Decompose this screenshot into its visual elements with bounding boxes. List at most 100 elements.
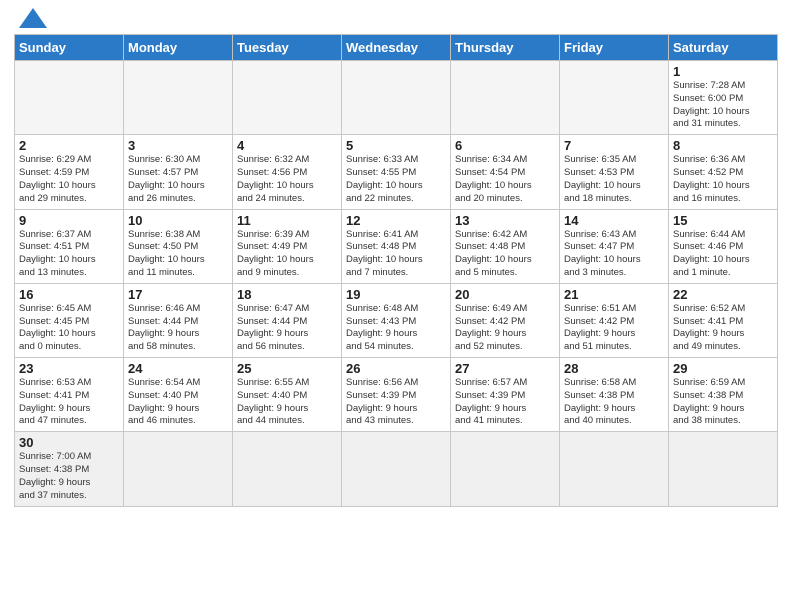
day-info: Sunrise: 6:46 AM Sunset: 4:44 PM Dayligh… — [128, 303, 228, 354]
day-cell: 3Sunrise: 6:30 AM Sunset: 4:57 PM Daylig… — [124, 135, 233, 209]
day-cell: 28Sunrise: 6:58 AM Sunset: 4:38 PM Dayli… — [560, 358, 669, 432]
weekday-friday: Friday — [560, 35, 669, 61]
day-cell — [233, 61, 342, 135]
day-info: Sunrise: 6:41 AM Sunset: 4:48 PM Dayligh… — [346, 229, 446, 280]
day-info: Sunrise: 6:53 AM Sunset: 4:41 PM Dayligh… — [19, 377, 119, 428]
day-cell: 1Sunrise: 7:28 AM Sunset: 6:00 PM Daylig… — [669, 61, 778, 135]
day-cell: 25Sunrise: 6:55 AM Sunset: 4:40 PM Dayli… — [233, 358, 342, 432]
day-info: Sunrise: 6:58 AM Sunset: 4:38 PM Dayligh… — [564, 377, 664, 428]
day-cell: 7Sunrise: 6:35 AM Sunset: 4:53 PM Daylig… — [560, 135, 669, 209]
day-cell: 26Sunrise: 6:56 AM Sunset: 4:39 PM Dayli… — [342, 358, 451, 432]
weekday-tuesday: Tuesday — [233, 35, 342, 61]
day-cell — [342, 432, 451, 506]
day-info: Sunrise: 7:00 AM Sunset: 4:38 PM Dayligh… — [19, 451, 119, 502]
header — [14, 10, 778, 28]
day-number: 29 — [673, 361, 773, 376]
day-info: Sunrise: 6:39 AM Sunset: 4:49 PM Dayligh… — [237, 229, 337, 280]
day-number: 17 — [128, 287, 228, 302]
day-cell: 11Sunrise: 6:39 AM Sunset: 4:49 PM Dayli… — [233, 209, 342, 283]
day-cell — [560, 61, 669, 135]
day-number: 1 — [673, 64, 773, 79]
day-cell — [560, 432, 669, 506]
day-number: 15 — [673, 213, 773, 228]
weekday-saturday: Saturday — [669, 35, 778, 61]
day-cell: 22Sunrise: 6:52 AM Sunset: 4:41 PM Dayli… — [669, 283, 778, 357]
day-cell: 27Sunrise: 6:57 AM Sunset: 4:39 PM Dayli… — [451, 358, 560, 432]
day-cell: 18Sunrise: 6:47 AM Sunset: 4:44 PM Dayli… — [233, 283, 342, 357]
day-cell: 2Sunrise: 6:29 AM Sunset: 4:59 PM Daylig… — [15, 135, 124, 209]
day-cell: 10Sunrise: 6:38 AM Sunset: 4:50 PM Dayli… — [124, 209, 233, 283]
day-info: Sunrise: 6:32 AM Sunset: 4:56 PM Dayligh… — [237, 154, 337, 205]
day-cell: 14Sunrise: 6:43 AM Sunset: 4:47 PM Dayli… — [560, 209, 669, 283]
day-cell: 4Sunrise: 6:32 AM Sunset: 4:56 PM Daylig… — [233, 135, 342, 209]
day-cell: 12Sunrise: 6:41 AM Sunset: 4:48 PM Dayli… — [342, 209, 451, 283]
day-cell: 15Sunrise: 6:44 AM Sunset: 4:46 PM Dayli… — [669, 209, 778, 283]
day-info: Sunrise: 6:43 AM Sunset: 4:47 PM Dayligh… — [564, 229, 664, 280]
day-info: Sunrise: 6:56 AM Sunset: 4:39 PM Dayligh… — [346, 377, 446, 428]
day-cell — [124, 432, 233, 506]
week-row-3: 9Sunrise: 6:37 AM Sunset: 4:51 PM Daylig… — [15, 209, 778, 283]
day-cell — [451, 432, 560, 506]
day-number: 25 — [237, 361, 337, 376]
logo — [14, 10, 52, 28]
day-cell: 8Sunrise: 6:36 AM Sunset: 4:52 PM Daylig… — [669, 135, 778, 209]
week-row-6: 30Sunrise: 7:00 AM Sunset: 4:38 PM Dayli… — [15, 432, 778, 506]
day-info: Sunrise: 6:33 AM Sunset: 4:55 PM Dayligh… — [346, 154, 446, 205]
day-cell — [342, 61, 451, 135]
day-number: 4 — [237, 138, 337, 153]
day-number: 18 — [237, 287, 337, 302]
day-number: 10 — [128, 213, 228, 228]
weekday-header-row: SundayMondayTuesdayWednesdayThursdayFrid… — [15, 35, 778, 61]
week-row-1: 1Sunrise: 7:28 AM Sunset: 6:00 PM Daylig… — [15, 61, 778, 135]
day-info: Sunrise: 6:36 AM Sunset: 4:52 PM Dayligh… — [673, 154, 773, 205]
day-cell: 21Sunrise: 6:51 AM Sunset: 4:42 PM Dayli… — [560, 283, 669, 357]
day-number: 20 — [455, 287, 555, 302]
day-info: Sunrise: 6:30 AM Sunset: 4:57 PM Dayligh… — [128, 154, 228, 205]
day-number: 3 — [128, 138, 228, 153]
day-info: Sunrise: 6:35 AM Sunset: 4:53 PM Dayligh… — [564, 154, 664, 205]
day-number: 12 — [346, 213, 446, 228]
day-cell: 20Sunrise: 6:49 AM Sunset: 4:42 PM Dayli… — [451, 283, 560, 357]
day-number: 24 — [128, 361, 228, 376]
day-number: 2 — [19, 138, 119, 153]
day-number: 22 — [673, 287, 773, 302]
day-info: Sunrise: 6:37 AM Sunset: 4:51 PM Dayligh… — [19, 229, 119, 280]
day-cell: 19Sunrise: 6:48 AM Sunset: 4:43 PM Dayli… — [342, 283, 451, 357]
day-number: 19 — [346, 287, 446, 302]
week-row-5: 23Sunrise: 6:53 AM Sunset: 4:41 PM Dayli… — [15, 358, 778, 432]
day-info: Sunrise: 6:45 AM Sunset: 4:45 PM Dayligh… — [19, 303, 119, 354]
day-number: 21 — [564, 287, 664, 302]
weekday-sunday: Sunday — [15, 35, 124, 61]
weekday-monday: Monday — [124, 35, 233, 61]
day-number: 28 — [564, 361, 664, 376]
day-info: Sunrise: 6:42 AM Sunset: 4:48 PM Dayligh… — [455, 229, 555, 280]
day-number: 13 — [455, 213, 555, 228]
day-cell — [15, 61, 124, 135]
day-cell — [124, 61, 233, 135]
day-number: 11 — [237, 213, 337, 228]
day-cell: 30Sunrise: 7:00 AM Sunset: 4:38 PM Dayli… — [15, 432, 124, 506]
day-number: 6 — [455, 138, 555, 153]
day-number: 30 — [19, 435, 119, 450]
day-cell: 29Sunrise: 6:59 AM Sunset: 4:38 PM Dayli… — [669, 358, 778, 432]
day-number: 26 — [346, 361, 446, 376]
day-number: 9 — [19, 213, 119, 228]
day-info: Sunrise: 6:38 AM Sunset: 4:50 PM Dayligh… — [128, 229, 228, 280]
page: SundayMondayTuesdayWednesdayThursdayFrid… — [0, 0, 792, 521]
day-info: Sunrise: 6:55 AM Sunset: 4:40 PM Dayligh… — [237, 377, 337, 428]
day-cell — [451, 61, 560, 135]
week-row-4: 16Sunrise: 6:45 AM Sunset: 4:45 PM Dayli… — [15, 283, 778, 357]
weekday-wednesday: Wednesday — [342, 35, 451, 61]
week-row-2: 2Sunrise: 6:29 AM Sunset: 4:59 PM Daylig… — [15, 135, 778, 209]
day-info: Sunrise: 6:57 AM Sunset: 4:39 PM Dayligh… — [455, 377, 555, 428]
day-number: 27 — [455, 361, 555, 376]
day-number: 5 — [346, 138, 446, 153]
day-number: 7 — [564, 138, 664, 153]
weekday-thursday: Thursday — [451, 35, 560, 61]
day-cell: 16Sunrise: 6:45 AM Sunset: 4:45 PM Dayli… — [15, 283, 124, 357]
day-cell: 6Sunrise: 6:34 AM Sunset: 4:54 PM Daylig… — [451, 135, 560, 209]
day-cell: 5Sunrise: 6:33 AM Sunset: 4:55 PM Daylig… — [342, 135, 451, 209]
day-info: Sunrise: 7:28 AM Sunset: 6:00 PM Dayligh… — [673, 80, 773, 131]
day-number: 14 — [564, 213, 664, 228]
day-info: Sunrise: 6:44 AM Sunset: 4:46 PM Dayligh… — [673, 229, 773, 280]
